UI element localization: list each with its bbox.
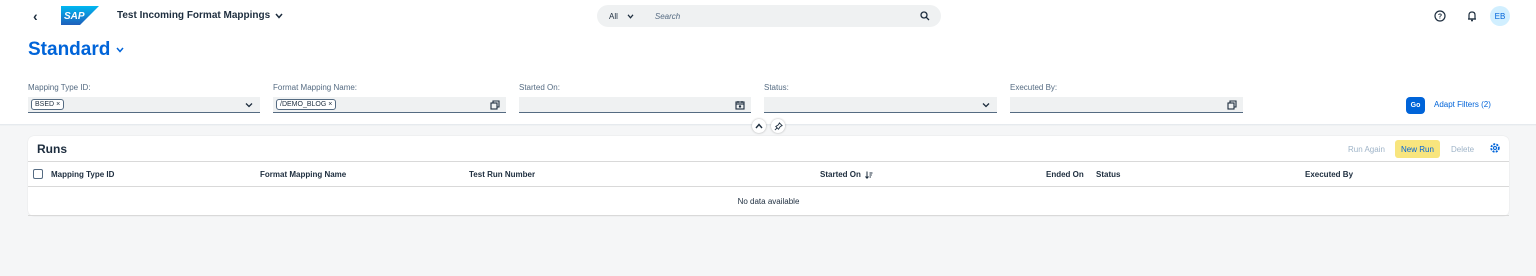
column-header-test-run-number[interactable]: Test Run Number (469, 170, 535, 179)
search-icon[interactable] (920, 11, 930, 21)
runs-table: Runs Run Again New Run Delete Mapping Ty… (28, 136, 1509, 216)
table-title: Runs (37, 142, 67, 156)
token-text: BSED (35, 101, 55, 108)
delete-button[interactable]: Delete (1445, 140, 1480, 158)
mapping-type-id-field[interactable]: BSED × (28, 97, 260, 113)
filter-token[interactable]: BSED × (31, 99, 65, 110)
run-again-button[interactable]: Run Again (1342, 140, 1391, 158)
search-scope-label: All (609, 11, 618, 21)
column-label: Test Run Number (469, 170, 536, 179)
column-header-mapping-type-id[interactable]: Mapping Type ID (51, 170, 114, 179)
value-help-icon[interactable] (1226, 99, 1238, 111)
chevron-down-icon[interactable] (243, 99, 255, 111)
status-field[interactable] (764, 97, 997, 113)
filter-label-mapping-type-id: Mapping Type ID: (28, 83, 91, 92)
app-title-menu[interactable]: Test Incoming Format Mappings (117, 10, 283, 21)
header-divider (0, 124, 1536, 126)
search-scope-select[interactable]: All (597, 12, 634, 21)
column-header-executed-by[interactable]: Executed By (1305, 170, 1353, 179)
app-title: Test Incoming Format Mappings (117, 10, 271, 21)
collapse-header-button[interactable] (752, 119, 766, 133)
pin-icon (774, 121, 783, 130)
chevron-down-icon[interactable] (980, 99, 992, 111)
column-label: Status (1096, 170, 1121, 179)
value-help-icon[interactable] (489, 99, 501, 111)
column-label: Format Mapping Name (260, 170, 347, 179)
select-all-checkbox[interactable] (33, 169, 43, 179)
pin-header-button[interactable] (771, 119, 785, 133)
column-header-ended-on[interactable]: Ended On (1046, 170, 1084, 179)
variant-management[interactable]: Standard (28, 39, 124, 61)
column-label: Started On (820, 170, 861, 179)
sap-logo[interactable]: SAP (61, 6, 99, 25)
chevron-down-icon (627, 13, 634, 19)
token-remove-icon[interactable]: × (328, 100, 332, 109)
column-header-status[interactable]: Status (1096, 170, 1120, 179)
adapt-filters-button[interactable]: Adapt Filters (2) (1434, 100, 1491, 109)
search-field[interactable]: All Search (597, 5, 941, 27)
new-run-button[interactable]: New Run (1395, 140, 1440, 158)
help-icon[interactable]: ? (1432, 8, 1448, 24)
filter-label-format-mapping-name: Format Mapping Name: (273, 83, 358, 92)
chevron-up-icon (755, 123, 763, 129)
svg-text:?: ? (1438, 14, 1442, 21)
go-button[interactable]: Go (1406, 97, 1425, 114)
svg-text:SAP: SAP (64, 11, 85, 22)
table-header-row: Mapping Type ID Format Mapping Name Test… (28, 161, 1509, 187)
gear-icon[interactable] (1489, 142, 1501, 154)
variant-title: Standard (28, 39, 111, 60)
filter-label-started-on: Started On: (519, 83, 560, 92)
filter-token[interactable]: /DEMO_BLOG × (276, 99, 337, 110)
calendar-icon[interactable] (734, 99, 746, 111)
chevron-down-icon (116, 47, 124, 53)
executed-by-field[interactable] (1010, 97, 1243, 113)
filter-label-status: Status: (764, 83, 789, 92)
search-input[interactable]: Search (655, 12, 920, 21)
token-remove-icon[interactable]: × (56, 100, 60, 109)
column-label: Executed By (1305, 170, 1354, 179)
column-header-started-on[interactable]: Started On (820, 170, 873, 179)
column-header-format-mapping-name[interactable]: Format Mapping Name (260, 170, 346, 179)
sort-descending-icon (865, 171, 873, 179)
bell-icon[interactable] (1464, 8, 1480, 24)
no-data-text: No data available (28, 187, 1509, 216)
chevron-down-icon (275, 13, 283, 19)
started-on-field[interactable] (519, 97, 751, 113)
column-label: Mapping Type ID (51, 170, 115, 179)
shell-bar: ‹ SAP Test Incoming Format Mappings All … (0, 0, 1536, 32)
token-text: /DEMO_BLOG (280, 101, 327, 108)
avatar[interactable]: EB (1490, 6, 1510, 26)
back-icon[interactable]: ‹ (33, 8, 49, 24)
filter-label-executed-by: Executed By: (1010, 83, 1058, 92)
format-mapping-name-field[interactable]: /DEMO_BLOG × (273, 97, 506, 113)
page-header: Standard Mapping Type ID: BSED × Format M… (0, 32, 1536, 125)
column-label: Ended On (1046, 170, 1084, 179)
